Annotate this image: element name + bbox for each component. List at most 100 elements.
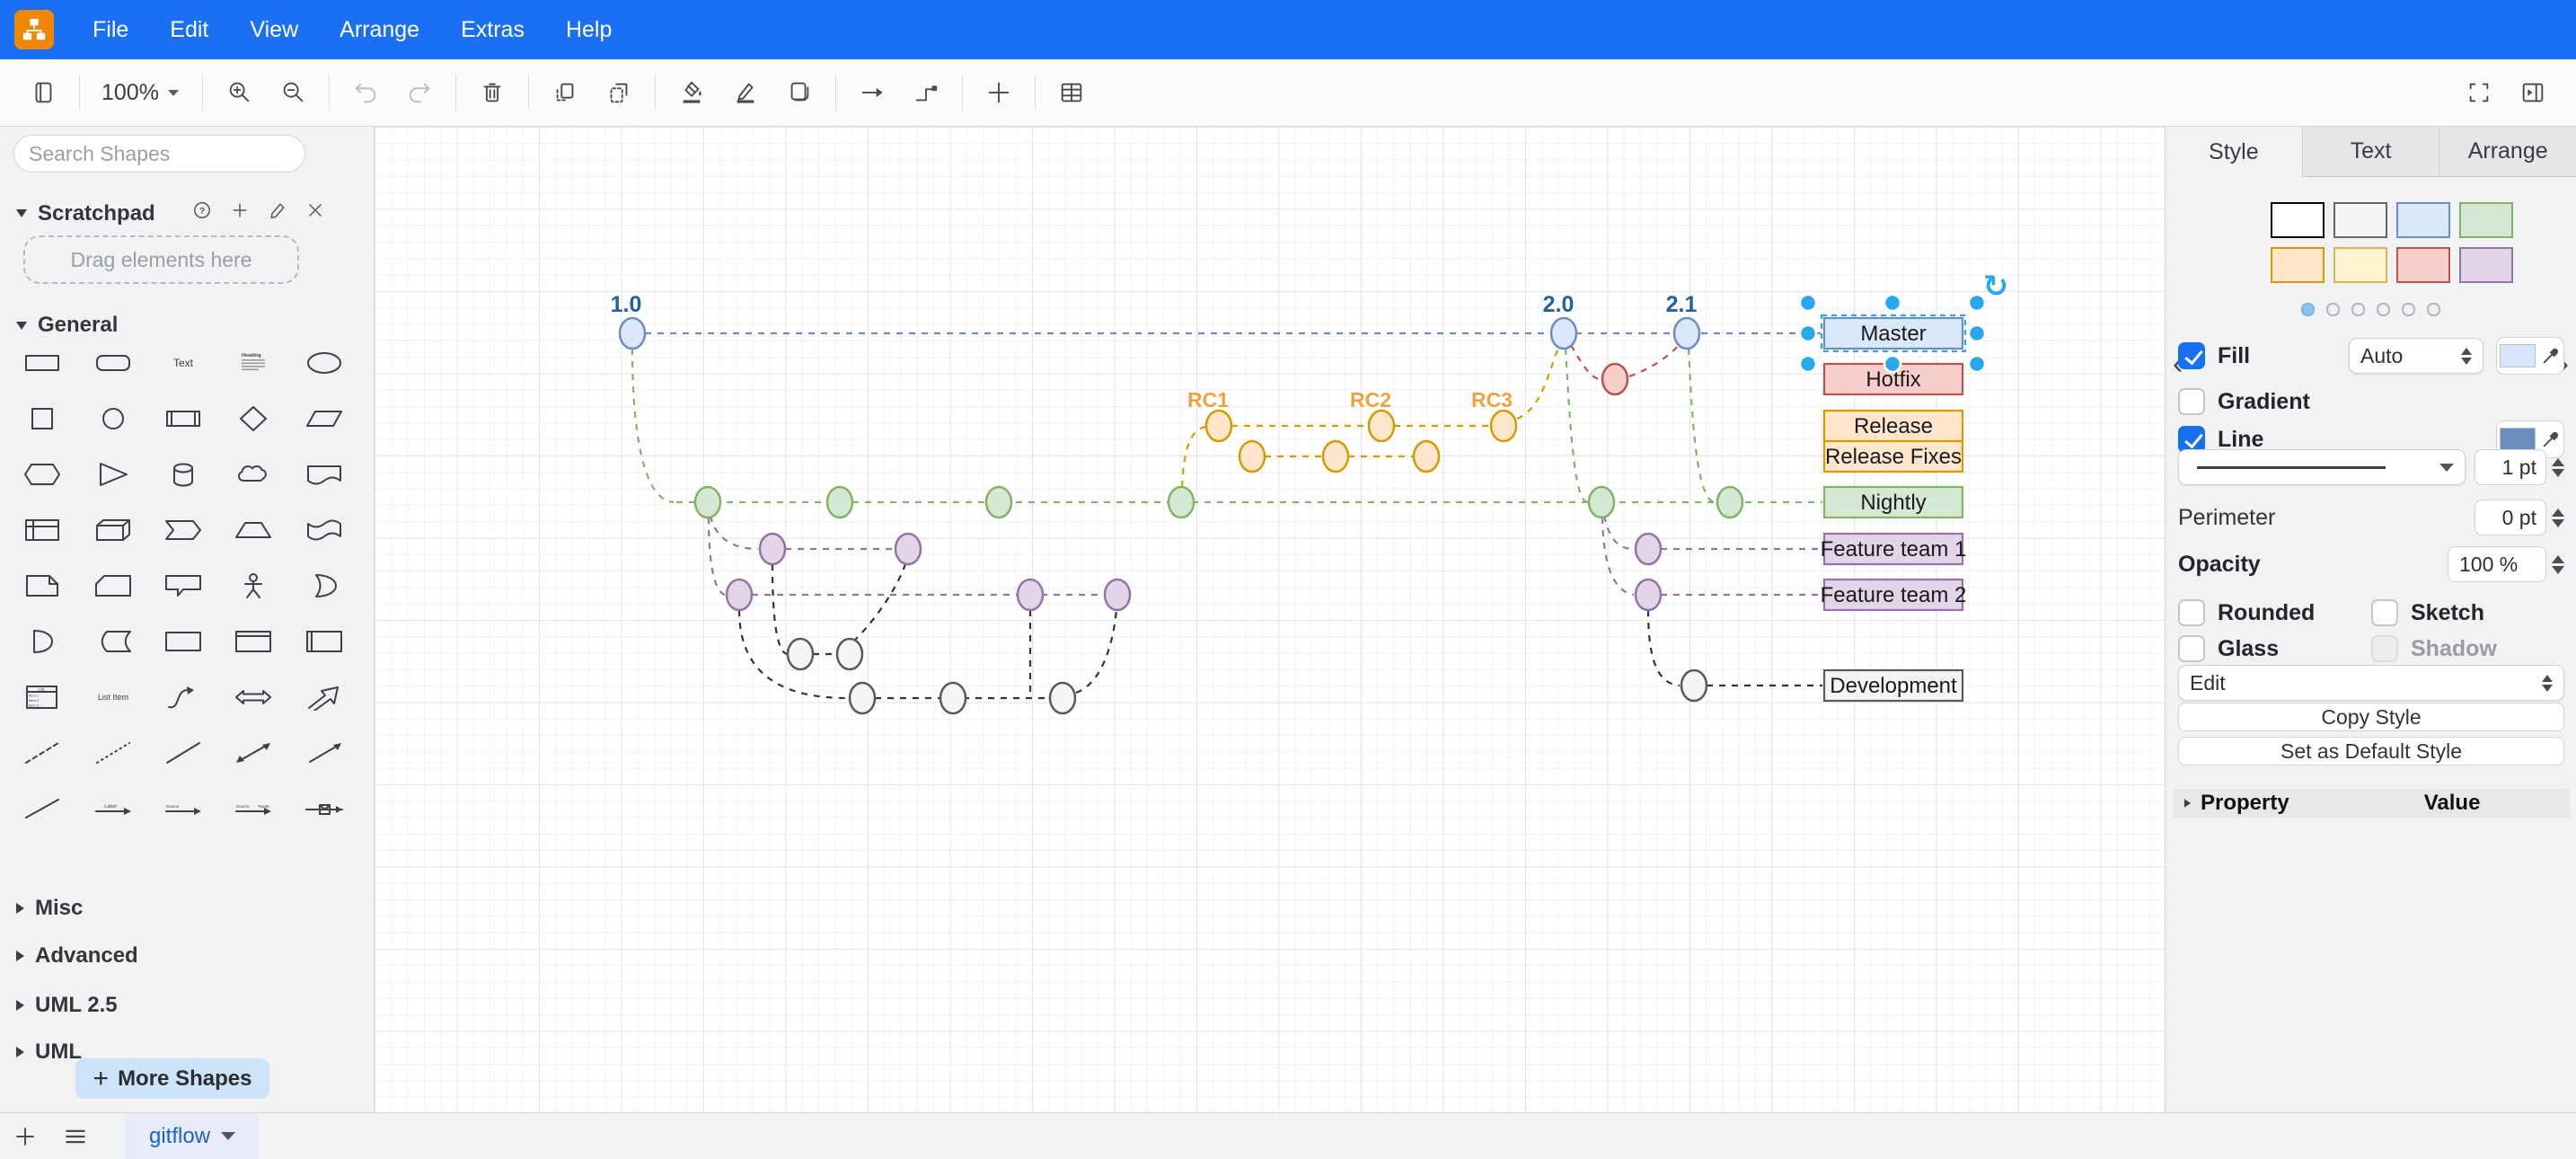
canvas[interactable]: 1.02.02.1RC1RC2RC3MasterHotfixReleaseRel… (375, 127, 2165, 1112)
commit-node-nightly[interactable] (695, 487, 720, 518)
tab-text[interactable]: Text (2302, 127, 2439, 177)
shape-horizontal-container[interactable] (289, 618, 359, 665)
zoom-in-icon[interactable] (216, 69, 262, 116)
branch-curve-nightly[interactable] (1566, 349, 1587, 502)
edit-style-select[interactable]: Edit (2178, 665, 2564, 701)
preset-page-dot-1[interactable] (2326, 303, 2340, 316)
menu-help[interactable]: Help (545, 0, 632, 59)
commit-node-feature[interactable] (727, 580, 752, 610)
shape-hexagon[interactable] (7, 451, 77, 498)
shape-trapezoid[interactable] (218, 507, 288, 553)
preset-page-dot-2[interactable] (2351, 303, 2365, 316)
shape-link[interactable] (7, 785, 77, 832)
fill-mode-select[interactable]: Auto (2349, 338, 2483, 374)
preset-page-dot-3[interactable] (2377, 303, 2390, 316)
shape-directional-connector[interactable] (289, 730, 359, 776)
commit-node-development[interactable] (850, 683, 875, 713)
shape-cloud[interactable] (218, 451, 288, 498)
opacity-stepper[interactable] (2552, 555, 2564, 574)
shape-actor[interactable] (218, 562, 288, 609)
set-default-style-button[interactable]: Set as Default Style (2178, 737, 2564, 765)
page-tab-gitflow[interactable]: gitflow (126, 1113, 259, 1159)
branch-curve-hotfix[interactable] (1571, 345, 1601, 379)
tab-style[interactable]: Style (2166, 127, 2302, 177)
shape-internal-storage[interactable] (7, 507, 77, 553)
shape-curve[interactable] (148, 674, 218, 721)
shape-cylinder[interactable] (148, 451, 218, 498)
commit-node-feature[interactable] (760, 534, 785, 564)
shape-vertical-container[interactable] (218, 618, 288, 665)
section-uml25[interactable]: UML 2.5 (16, 993, 118, 1018)
selection-handle[interactable] (1800, 356, 1816, 372)
branch-curve-development[interactable] (1076, 610, 1116, 693)
rotate-handle-icon[interactable]: ↻ (1983, 269, 2009, 305)
shape-search[interactable] (13, 135, 305, 173)
shape-arrow-source-target[interactable]: SourceTarget (218, 785, 288, 832)
shape-bidirectional-connector[interactable] (218, 730, 288, 776)
branch-curve-development[interactable] (1648, 610, 1680, 686)
commit-node-release[interactable] (1239, 441, 1265, 472)
branch-curve-nightly[interactable] (632, 349, 674, 502)
style-preset-2[interactable] (2396, 202, 2450, 238)
glass-checkbox[interactable] (2178, 635, 2205, 662)
style-preset-6[interactable] (2396, 247, 2450, 283)
line-color-icon[interactable] (722, 69, 769, 116)
shape-arrow[interactable] (289, 674, 359, 721)
shape-arrow-source[interactable]: Source (148, 785, 218, 832)
insert-icon[interactable] (975, 69, 1022, 116)
commit-node-development[interactable] (940, 683, 966, 713)
style-preset-5[interactable] (2333, 247, 2387, 283)
branch-curve-development[interactable] (772, 564, 787, 654)
shape-tape[interactable] (289, 507, 359, 553)
section-advanced[interactable]: Advanced (16, 943, 138, 969)
scratchpad-section[interactable]: Scratchpad ? (16, 199, 326, 227)
copy-style-button[interactable]: Copy Style (2178, 703, 2564, 731)
shape-process[interactable] (148, 395, 218, 442)
selection-handle[interactable] (1884, 356, 1901, 372)
menu-arrange[interactable]: Arrange (319, 0, 440, 59)
preset-page-dot-4[interactable] (2402, 303, 2415, 316)
help-icon[interactable]: ? (191, 199, 213, 227)
shadow-icon[interactable] (776, 69, 823, 116)
edit-icon[interactable] (267, 199, 288, 227)
shape-data-storage[interactable] (77, 618, 147, 665)
commit-node-development[interactable] (788, 639, 813, 669)
opacity-field[interactable]: 100 % (2448, 546, 2546, 582)
commit-node-release[interactable] (1491, 411, 1516, 441)
property-header[interactable]: Property Value (2173, 789, 2570, 818)
style-preset-7[interactable] (2459, 247, 2513, 283)
section-uml[interactable]: UML (16, 1040, 82, 1064)
zoom-out-icon[interactable] (269, 69, 316, 116)
more-shapes-button[interactable]: + More Shapes (75, 1058, 269, 1099)
shape-textbox[interactable]: Heading (218, 340, 288, 386)
waypoints-icon[interactable] (903, 69, 949, 116)
shape-callout[interactable] (148, 562, 218, 609)
search-input[interactable] (29, 142, 295, 166)
shape-dashed-line[interactable] (7, 730, 77, 776)
shape-text[interactable]: Text (148, 340, 218, 386)
branch-curve-feature[interactable] (1604, 516, 1634, 549)
preset-page-dot-5[interactable] (2427, 303, 2440, 316)
shape-bidirectional-arrow[interactable] (218, 674, 288, 721)
shape-diamond[interactable] (218, 395, 288, 442)
rounded-checkbox[interactable] (2178, 599, 2205, 626)
format-panel-toggle-icon[interactable] (2510, 69, 2556, 116)
shape-cube[interactable] (77, 507, 147, 553)
scratchpad-dropzone[interactable]: Drag elements here (23, 235, 299, 284)
add-page-button[interactable] (0, 1113, 50, 1159)
fill-color-button[interactable] (2496, 337, 2564, 375)
commit-node-nightly[interactable] (1169, 487, 1194, 518)
branch-curve-nightly[interactable] (1689, 349, 1715, 502)
shape-line[interactable] (148, 730, 218, 776)
pages-menu-button[interactable] (50, 1113, 101, 1159)
sketch-checkbox[interactable] (2371, 599, 2398, 626)
branch-curve-feature[interactable] (710, 516, 758, 549)
shape-step[interactable] (148, 507, 218, 553)
commit-node-feature[interactable] (1105, 580, 1130, 610)
line-style-select[interactable] (2178, 449, 2466, 485)
commit-node-nightly[interactable] (827, 487, 852, 518)
commit-node-nightly[interactable] (1717, 487, 1742, 518)
delete-icon[interactable] (469, 69, 516, 116)
shape-container[interactable] (148, 618, 218, 665)
preset-page-dot-0[interactable] (2301, 303, 2315, 316)
